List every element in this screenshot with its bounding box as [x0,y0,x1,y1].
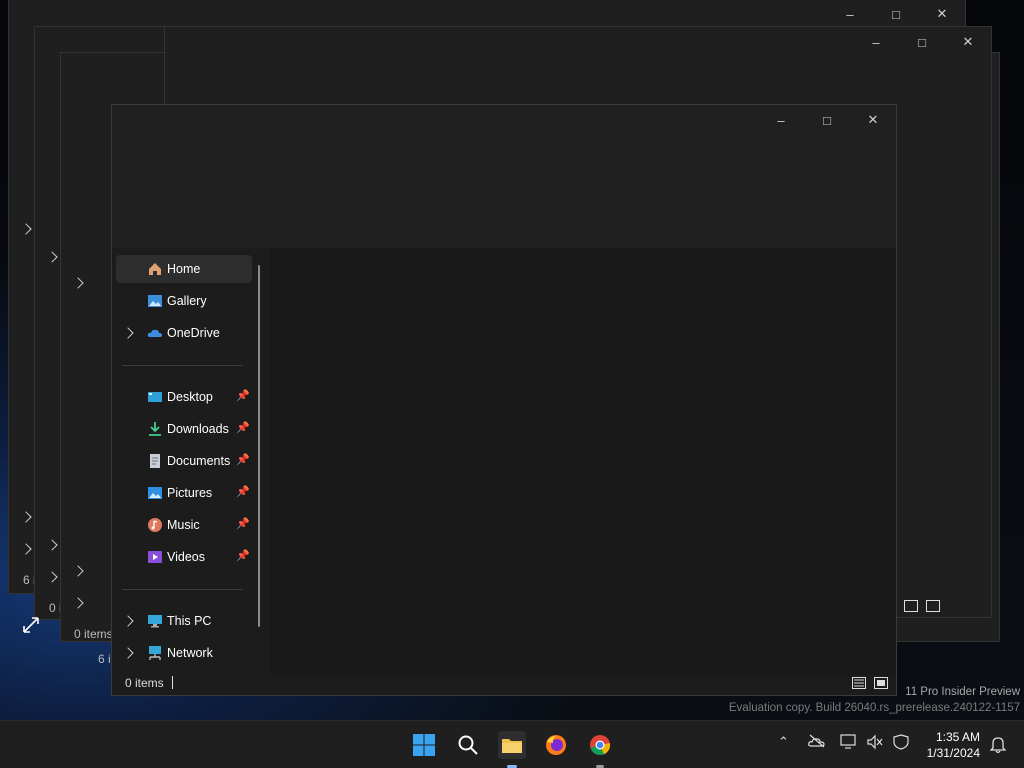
firefox-button[interactable] [542,731,570,759]
nav-item-videos[interactable]: Videos 📌 [116,543,252,571]
nav-item-documents[interactable]: Documents 📌 [116,447,252,475]
chevron-right-icon [20,511,32,523]
start-icon [413,734,435,756]
system-clock[interactable]: 1:35 AM 1/31/2024 [927,729,980,761]
gallery-icon [148,295,162,307]
onedrive-icon [147,329,162,337]
start-button[interactable] [410,731,438,759]
nav-item-downloads[interactable]: Downloads 📌 [116,415,252,443]
details-view-button[interactable] [852,677,866,689]
ghost-status: 6 i [98,652,111,666]
pin-icon[interactable]: 📌 [236,453,250,466]
notification-bell-icon[interactable] [990,736,1006,754]
nav-label: OneDrive [167,326,220,340]
file-explorer-button[interactable] [498,731,526,759]
chevron-right-icon[interactable] [122,327,134,339]
this-pc-icon [148,615,162,628]
nav-label: Network [167,646,213,660]
downloads-icon [149,422,161,436]
nav-item-pictures[interactable]: Pictures 📌 [116,479,252,507]
home-icon [149,263,161,275]
volume-muted-icon[interactable] [866,734,884,750]
clock-date: 1/31/2024 [926,746,980,760]
maximize-button[interactable]: □ [804,105,850,135]
videos-icon [148,551,162,563]
nav-label: Gallery [167,294,207,308]
nav-label: Desktop [167,390,213,404]
tiles-view-icon [877,680,885,686]
chevron-right-icon [72,597,84,609]
chrome-button[interactable] [586,731,614,759]
item-count: 0 items [125,676,164,690]
taskbar: ⌃ 1:35 AM 1/31/2024 [0,720,1024,768]
chevron-right-icon [20,543,32,555]
ghost-view-button [904,600,918,612]
nav-item-this-pc[interactable]: This PC [116,607,252,635]
pictures-icon [148,487,162,499]
nav-label: Downloads [167,422,229,436]
chevron-right-icon [72,277,84,289]
watermark-line-1: 11 Pro Insider Preview [905,686,1020,698]
nav-item-onedrive[interactable]: OneDrive [116,319,252,347]
network-status-icon[interactable] [840,734,858,750]
nav-item-gallery[interactable]: Gallery [116,287,252,315]
watermark-line-2: Evaluation copy. Build 26040.rs_prerelea… [728,702,1020,714]
search-button[interactable] [454,731,482,759]
chevron-right-icon [46,539,58,551]
content-area[interactable] [270,248,896,675]
chevron-right-icon[interactable] [122,647,134,659]
music-icon [148,518,162,532]
search-icon [458,735,478,755]
nav-label: Home [167,262,201,276]
firefox-icon [546,735,566,755]
pin-icon[interactable]: 📌 [236,517,250,530]
onedrive-offline-icon[interactable] [808,734,826,748]
nav-item-music[interactable]: Music 📌 [116,511,252,539]
nav-label: Pictures [167,486,213,500]
desktop-icon [148,392,162,402]
close-button[interactable]: ✕ [850,105,896,135]
ghost-status: 0 items [74,627,113,641]
details-view-icon [854,679,864,687]
minimize-button[interactable]: – [758,105,804,135]
window-controls: – □ ✕ [758,105,896,135]
chrome-icon [590,735,611,756]
nav-item-home[interactable]: Home [116,255,252,283]
network-icon [149,646,161,660]
chevron-right-icon[interactable] [122,615,134,627]
nav-label: Music [167,518,200,532]
status-caret [172,676,173,689]
clock-time: 1:35 AM [935,730,980,744]
tiles-view-button[interactable] [874,677,888,689]
chevron-right-icon [20,223,32,235]
nav-label: This PC [167,614,212,628]
pin-icon[interactable]: 📌 [236,389,250,402]
chevron-right-icon [46,571,58,583]
documents-icon [150,454,160,468]
nav-label: Documents [167,454,231,468]
ghost-window-controls: – □ ✕ [872,34,974,50]
pin-icon[interactable]: 📌 [236,421,250,434]
nav-divider [122,589,243,590]
resize-cursor-icon [23,617,39,633]
show-hidden-icons-chevron-up-icon[interactable]: ⌃ [778,734,789,750]
file-explorer-icon [502,739,522,753]
ghost-view-button [926,600,940,612]
ghost-window-controls: – □ ✕ [846,6,948,22]
chevron-right-icon [72,565,84,577]
nav-label: Videos [167,550,205,564]
pin-icon[interactable]: 📌 [236,485,250,498]
nav-item-desktop[interactable]: Desktop 📌 [116,383,252,411]
security-shield-icon[interactable] [892,734,910,750]
chevron-right-icon [46,251,58,263]
status-bar: 0 items [112,671,896,695]
nav-divider [122,365,243,366]
navigation-pane: Home Gallery OneDrive Desktop 📌 Download… [112,248,270,675]
file-explorer-window: – □ ✕ Home Gallery OneDrive Desktop 📌 Do… [111,104,897,696]
nav-scrollbar[interactable] [258,265,260,627]
nav-item-network[interactable]: Network [116,639,252,667]
pin-icon[interactable]: 📌 [236,549,250,562]
